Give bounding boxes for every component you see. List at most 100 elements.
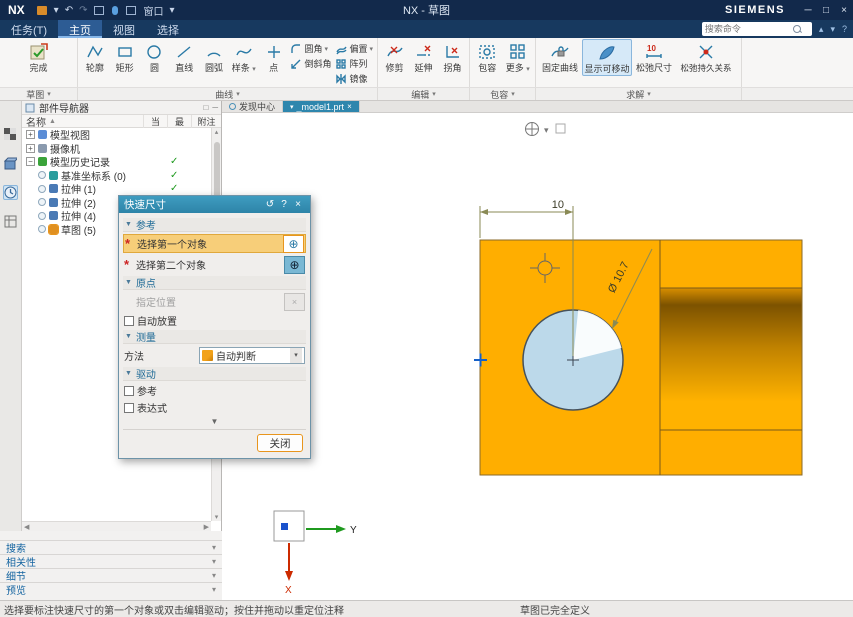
section-drive[interactable]: ▼ 驱动 xyxy=(123,367,306,381)
chevron-down-icon[interactable]: ▾ xyxy=(212,557,216,566)
group-label-sketch[interactable]: 草图▾ xyxy=(0,88,78,100)
group-label-solve[interactable]: 求解▾ xyxy=(536,88,742,100)
finish-sketch-button[interactable]: 完成 xyxy=(17,39,61,74)
column-current[interactable]: 当 xyxy=(143,115,167,128)
column-latest[interactable]: 最 xyxy=(167,115,191,128)
window-layout-icon[interactable] xyxy=(126,6,136,15)
chevron-down-icon[interactable]: ▾ xyxy=(212,543,216,552)
graphics-window[interactable]: 发现中心 ▾ _model1.prt × ▾ xyxy=(222,101,853,600)
minimize-ribbon-icon[interactable]: ▴ xyxy=(819,24,824,35)
tab-home[interactable]: 主页 xyxy=(58,20,102,38)
trim-tool[interactable]: 修剪 xyxy=(380,39,409,74)
navigator-close-icon[interactable]: ─ xyxy=(212,103,218,112)
feature-checkbox-icon[interactable] xyxy=(38,171,46,179)
tab-discovery-center[interactable]: 发现中心 xyxy=(222,101,283,112)
minimize-button[interactable]: ─ xyxy=(799,5,817,16)
reference-checkbox-row[interactable]: 参考 xyxy=(123,383,306,398)
tab-select[interactable]: 选择 xyxy=(146,20,190,38)
point-tool[interactable]: 点 xyxy=(259,39,289,74)
fix-curve-tool[interactable]: 固定曲线 xyxy=(538,39,582,74)
constraint-navigator-icon[interactable] xyxy=(3,156,18,171)
offset-tool[interactable]: 偏置▾ xyxy=(333,41,375,56)
rapid-dimension-dialog[interactable]: 快速尺寸 ↺ ? × ▼ 参考 * 选择第一个对象 ⊕ * 选择第二个对象 ⊕ … xyxy=(118,195,311,459)
dialog-reset-icon[interactable]: ↺ xyxy=(263,199,277,210)
tab-model1[interactable]: ▾ _model1.prt × xyxy=(283,101,360,112)
collapse-icon[interactable]: − xyxy=(26,157,35,166)
tree-row-datum-csys[interactable]: 基准坐标系 (0) ✓ xyxy=(22,169,211,183)
group-label-curve[interactable]: 曲线▾ xyxy=(78,88,378,100)
reuse-library-icon[interactable] xyxy=(3,214,18,229)
select-second-object-row[interactable]: * 选择第二个对象 ⊕ xyxy=(123,255,306,274)
feature-checkbox-icon[interactable] xyxy=(38,185,46,193)
panel-details[interactable]: 细节 ▾ xyxy=(0,568,222,582)
feature-checkbox-icon[interactable] xyxy=(38,198,46,206)
tab-view[interactable]: 视图 xyxy=(102,20,146,38)
print-icon[interactable] xyxy=(94,6,104,15)
select-second-object-button[interactable]: ⊕ xyxy=(284,256,305,274)
search-input[interactable] xyxy=(705,24,793,34)
scroll-left-icon[interactable]: ◀ xyxy=(24,523,29,531)
window-menu-chevron-icon[interactable]: ▾ xyxy=(169,5,174,16)
navigator-horizontal-scrollbar[interactable]: ◀ ▶ xyxy=(22,521,211,531)
save-icon[interactable] xyxy=(37,6,47,15)
dialog-help-icon[interactable]: ? xyxy=(277,199,291,210)
more-tool[interactable]: 更多 ▾ xyxy=(503,39,534,74)
tree-row-extrude-1[interactable]: 拉伸 (1) ✓ xyxy=(22,182,211,196)
expression-checkbox-row[interactable]: 表达式 xyxy=(123,400,306,415)
circle-tool[interactable]: 圆 xyxy=(140,39,170,74)
corner-tool[interactable]: 拐角 xyxy=(438,39,467,74)
dialog-title-bar[interactable]: 快速尺寸 ↺ ? × xyxy=(119,196,310,213)
scroll-down-icon[interactable]: ▾ xyxy=(215,513,219,521)
reference-checkbox[interactable] xyxy=(124,386,134,396)
panel-search[interactable]: 搜索 ▾ xyxy=(0,540,222,554)
fillet-tool[interactable]: 圆角▾ xyxy=(288,41,333,56)
arc-tool[interactable]: 圆弧 xyxy=(199,39,229,74)
extend-tool[interactable]: 延伸 xyxy=(409,39,438,74)
spline-tool[interactable]: 样条 ▾ xyxy=(229,39,259,74)
chevron-down-icon[interactable]: ▾ xyxy=(212,571,216,580)
relax-persistent-relations-tool[interactable]: 松弛持久关系 xyxy=(676,39,736,73)
select-first-object-row[interactable]: * 选择第一个对象 ⊕ xyxy=(123,234,306,253)
feature-checkbox-icon[interactable] xyxy=(38,212,46,220)
command-search-box[interactable] xyxy=(702,22,812,36)
chevron-down-icon[interactable]: ▾ xyxy=(212,585,216,594)
tree-row-cameras[interactable]: + 摄像机 xyxy=(22,142,211,156)
method-dropdown[interactable]: 自动判断 ▾ xyxy=(199,347,305,364)
tab-close-icon[interactable]: × xyxy=(347,102,352,111)
redo-icon[interactable]: ↷ xyxy=(79,5,87,16)
panel-preview[interactable]: 预览 ▾ xyxy=(0,582,222,596)
section-origin[interactable]: ▼ 原点 xyxy=(123,276,306,290)
dropdown-chevron-icon[interactable]: ▾ xyxy=(290,348,302,363)
feature-checkbox-icon[interactable] xyxy=(38,225,46,233)
expand-icon[interactable]: + xyxy=(26,144,35,153)
csys-origin-dot[interactable] xyxy=(281,523,288,530)
undo-icon[interactable]: ↶ xyxy=(65,5,73,16)
scroll-up-icon[interactable]: ▴ xyxy=(215,128,219,136)
select-first-object-button[interactable]: ⊕ xyxy=(283,235,304,253)
line-tool[interactable]: 直线 xyxy=(169,39,199,74)
expression-checkbox[interactable] xyxy=(124,403,134,413)
dialog-expand-more-icon[interactable]: ▼ xyxy=(123,417,306,429)
column-name[interactable]: 名称 xyxy=(26,114,46,129)
auto-place-checkbox[interactable] xyxy=(124,316,134,326)
part-navigator-icon[interactable] xyxy=(3,185,18,200)
scroll-right-icon[interactable]: ▶ xyxy=(204,523,209,531)
profile-tool[interactable]: 轮廓 xyxy=(80,39,110,74)
navigator-column-header[interactable]: 名称▲ 当 最 附注 xyxy=(22,115,221,128)
cylindrical-face[interactable] xyxy=(661,288,802,430)
navigator-pin-icon[interactable]: □ xyxy=(203,103,208,112)
assembly-navigator-icon[interactable] xyxy=(3,127,18,142)
sketch-viewport[interactable]: ▾ 10 Ø 1 xyxy=(222,113,853,600)
dialog-close-button[interactable]: 关闭 xyxy=(257,434,303,452)
close-button[interactable]: × xyxy=(835,5,853,16)
save-menu-chevron-icon[interactable]: ▾ xyxy=(54,5,59,16)
tree-row-model-views[interactable]: + 模型视图 xyxy=(22,128,211,142)
pattern-tool[interactable]: 阵列 xyxy=(333,56,375,71)
microphone-icon[interactable] xyxy=(112,6,118,15)
tab-task[interactable]: 任务(T) xyxy=(0,20,58,38)
auto-place-row[interactable]: 自动放置 xyxy=(123,313,306,328)
group-label-containment[interactable]: 包容▾ xyxy=(470,88,536,100)
ribbon-options-icon[interactable]: ▾ xyxy=(830,24,835,35)
relax-dimension-tool[interactable]: 10 松弛尺寸 xyxy=(632,39,676,74)
expand-icon[interactable]: + xyxy=(26,130,35,139)
